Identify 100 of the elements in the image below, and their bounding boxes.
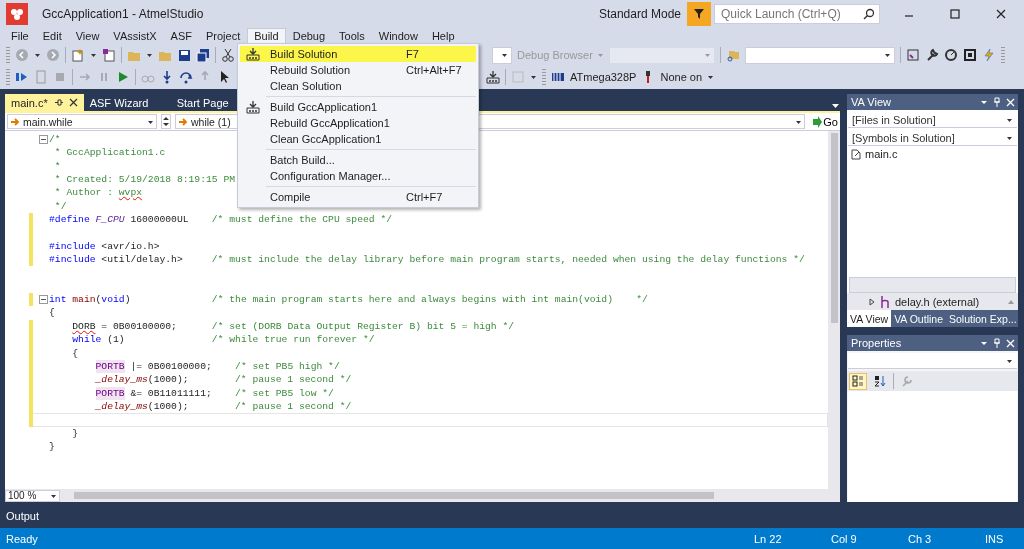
arrow-icon bbox=[10, 116, 20, 127]
menu-option[interactable]: Clean Solution bbox=[240, 78, 476, 94]
insert-mode-indicator: INS bbox=[985, 532, 1005, 545]
step-over-icon[interactable] bbox=[179, 70, 193, 84]
code-comment: * GccApplication1.c bbox=[53, 146, 166, 160]
code-macro: F_CPU bbox=[95, 213, 125, 227]
new-project-icon[interactable] bbox=[71, 48, 85, 62]
code-text: <avr/io.h> bbox=[100, 239, 160, 254]
document-tab[interactable]: ASF Wizard bbox=[83, 94, 171, 111]
header-file-icon bbox=[881, 295, 889, 308]
zoom-dropdown[interactable]: 100 % bbox=[5, 489, 60, 502]
document-tab[interactable]: main.c* bbox=[5, 94, 84, 111]
panel-tab[interactable]: VA View bbox=[847, 310, 892, 327]
play-icon[interactable] bbox=[116, 70, 130, 84]
code-text: = 0B00100000; bbox=[100, 319, 178, 334]
menu-item[interactable]: View bbox=[68, 28, 107, 44]
search-icon bbox=[863, 8, 875, 20]
menu-item[interactable]: Window bbox=[371, 28, 425, 44]
code-text: ( bbox=[95, 293, 102, 307]
code-comment: wvpx bbox=[118, 186, 143, 200]
char-indicator: Ch 3 bbox=[908, 532, 933, 545]
menu-option[interactable]: Rebuild Solution Ctrl+Alt+F7 bbox=[240, 62, 476, 78]
search-field[interactable] bbox=[849, 277, 1016, 293]
code-text: |= 0B00100000; bbox=[129, 359, 213, 374]
menu-item[interactable]: Project bbox=[198, 28, 248, 44]
status-message: Ready bbox=[6, 532, 39, 545]
window-icon[interactable] bbox=[905, 48, 920, 62]
categorized-button[interactable] bbox=[849, 372, 867, 390]
scroll-arrow-icon bbox=[1008, 298, 1014, 305]
code-function: _delay_ms bbox=[95, 399, 148, 414]
mode-label: Standard Mode bbox=[598, 7, 681, 21]
menu-item[interactable]: Help bbox=[424, 28, 462, 44]
menu-option[interactable]: Batch Build... bbox=[240, 152, 476, 168]
build-icon[interactable] bbox=[486, 70, 500, 84]
panel-tab[interactable]: Solution Exp... bbox=[946, 310, 1020, 327]
build-icon[interactable] bbox=[246, 47, 260, 61]
code-register: PORTB bbox=[95, 359, 125, 374]
code-function: _delay_ms bbox=[95, 373, 148, 387]
expand-icon bbox=[869, 297, 875, 306]
close-icon[interactable] bbox=[68, 98, 78, 107]
code-comment: /* while true run forever */ bbox=[211, 333, 375, 347]
menu-item[interactable]: Build bbox=[247, 28, 286, 44]
start-debug-icon[interactable] bbox=[15, 70, 29, 84]
wrench-icon bbox=[901, 375, 913, 387]
include-item[interactable]: delay.h (external) bbox=[847, 293, 1018, 310]
device-icon[interactable] bbox=[551, 70, 565, 84]
code-text: 16000000UL bbox=[129, 213, 190, 227]
menu-option[interactable]: Clean GccApplication1 bbox=[240, 131, 476, 147]
gauge-icon[interactable] bbox=[943, 48, 958, 62]
code-function: main bbox=[72, 293, 96, 307]
code-comment: /* set (DORB Data Output Register B) bit 5 = high */ bbox=[211, 319, 515, 334]
code-comment: /* must include the delay library before main program starts, needed when using the delay functions */ bbox=[211, 253, 805, 267]
add-item-icon[interactable] bbox=[102, 48, 116, 62]
menu-item[interactable]: Tools bbox=[332, 28, 372, 44]
code-comment: */ bbox=[53, 199, 67, 214]
pin-icon[interactable] bbox=[53, 98, 63, 107]
step-into-icon[interactable] bbox=[160, 70, 174, 84]
menu-option[interactable]: Rebuild GccApplication1 bbox=[240, 115, 476, 131]
maximize-icon[interactable] bbox=[948, 7, 962, 21]
code-comment: /* pause 1 second */ bbox=[235, 373, 352, 387]
frame-icon[interactable] bbox=[962, 48, 977, 62]
menu-option[interactable]: Compile Ctrl+F7 bbox=[240, 189, 476, 205]
code-text: (1) bbox=[106, 333, 126, 347]
menu-item[interactable]: ASF bbox=[163, 28, 199, 44]
device-button[interactable]: ATmega328P bbox=[570, 71, 637, 83]
line-indicator: Ln 22 bbox=[754, 532, 783, 545]
vertical-scrollbar[interactable] bbox=[828, 131, 840, 489]
output-tab[interactable]: Output bbox=[5, 509, 41, 523]
spin-icon[interactable] bbox=[161, 114, 171, 129]
dropdown[interactable] bbox=[492, 46, 512, 64]
menu-item[interactable]: Edit bbox=[35, 28, 69, 44]
code-comment: * bbox=[53, 159, 61, 174]
code-text: } bbox=[72, 426, 79, 440]
save-icon[interactable] bbox=[177, 48, 191, 62]
menu-item[interactable]: Debug bbox=[285, 28, 333, 44]
window-title: GccApplication1 - AtmelStudio bbox=[42, 7, 204, 21]
quick-launch-field[interactable]: Quick Launch (Ctrl+Q) bbox=[714, 4, 880, 24]
filter-button[interactable] bbox=[687, 2, 711, 26]
menu-option[interactable]: Build Solution F7 bbox=[240, 46, 476, 62]
tree-item[interactable]: main.c bbox=[847, 146, 1018, 162]
save-all-icon[interactable] bbox=[196, 48, 210, 62]
menu-option[interactable]: Configuration Manager... bbox=[240, 168, 476, 184]
folder-search-icon[interactable] bbox=[725, 48, 740, 62]
code-text: DORB bbox=[72, 319, 96, 334]
collapse-icon[interactable] bbox=[39, 295, 48, 305]
panel-tab[interactable]: VA Outline bbox=[891, 310, 946, 327]
menu-option[interactable]: Build GccApplication1 bbox=[240, 99, 476, 115]
code-comment: /* the main program starts here and always begins with int main(void) */ bbox=[211, 293, 648, 307]
go-button[interactable]: Go bbox=[812, 115, 838, 128]
close-icon[interactable] bbox=[994, 7, 1008, 21]
scope-dropdown[interactable]: main.while bbox=[7, 114, 157, 129]
menu-item[interactable]: VAssistX bbox=[106, 28, 164, 44]
cut-icon[interactable] bbox=[221, 48, 235, 62]
collapse-icon[interactable] bbox=[39, 135, 48, 145]
panel-title: VA View bbox=[851, 96, 892, 108]
tool-button[interactable]: None on bbox=[660, 71, 703, 83]
menu-item[interactable]: File bbox=[4, 28, 36, 44]
code-comment: /* must define the CPU speed */ bbox=[211, 213, 392, 227]
build-icon[interactable] bbox=[246, 100, 260, 114]
code-text: { bbox=[49, 306, 55, 320]
